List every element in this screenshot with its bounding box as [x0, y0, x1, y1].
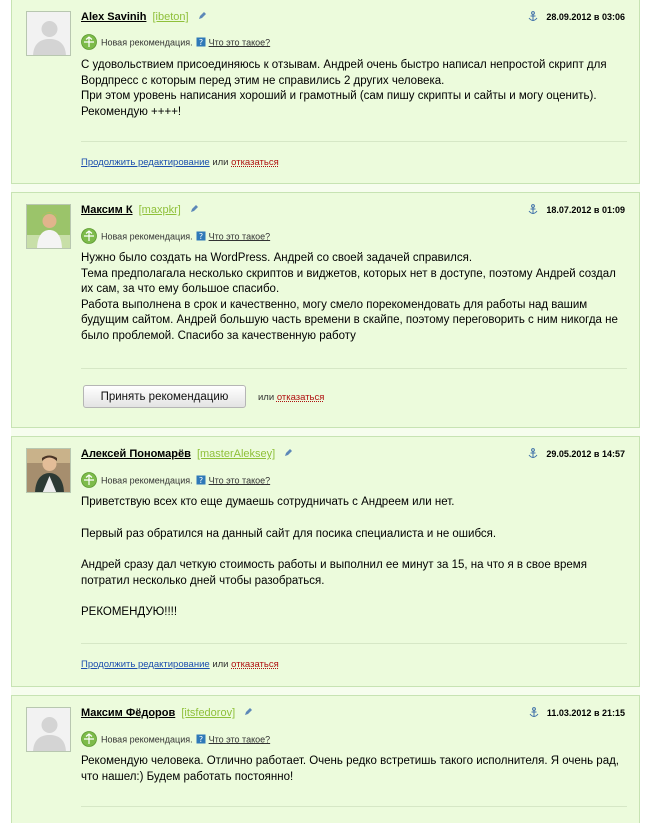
or-text: или — [212, 659, 229, 670]
or-text: или — [258, 392, 275, 403]
recommendation-label: Новая рекомендация.? Что это такое? — [81, 34, 270, 52]
review-actions: или отказаться — [258, 392, 324, 403]
review-date: 28.09.2012 в 03:06 — [528, 11, 625, 24]
rec-text: Новая рекомендация. — [101, 475, 193, 486]
review-paragraph: Нужно было создать на WordPress. Андрей … — [81, 252, 618, 342]
what-is-this-link[interactable]: Что это такое? — [209, 231, 271, 241]
continue-editing-link[interactable]: Продолжить редактирование — [81, 659, 210, 670]
pen-icon — [284, 448, 293, 460]
decline-link[interactable]: отказаться — [277, 392, 325, 403]
anchor-icon[interactable] — [528, 11, 538, 24]
rec-text: Новая рекомендация. — [101, 734, 193, 745]
user-login-link[interactable]: [masterAleksey] — [197, 448, 275, 460]
review-header: Максим К [maxpkr] — [81, 204, 199, 216]
anchor-icon[interactable] — [529, 707, 539, 720]
review-paragraph: РЕКОМЕНДУЮ!!!! — [81, 606, 178, 618]
review-paragraph: Рекомендую человека. Отлично работает. О… — [81, 755, 619, 783]
pen-icon — [190, 204, 199, 216]
continue-editing-link[interactable]: Продолжить редактирование — [81, 157, 210, 168]
question-icon[interactable]: ? — [196, 475, 206, 487]
review-card: Максим Фёдоров [itsfedorov] 11.03.2012 в… — [11, 696, 640, 823]
anchor-icon[interactable] — [528, 204, 538, 217]
separator — [11, 427, 640, 437]
user-name-link[interactable]: Максим Фёдоров — [81, 707, 175, 719]
what-is-this-link[interactable]: Что это такое? — [209, 37, 271, 47]
date-text: 11.03.2012 в 21:15 — [546, 707, 625, 718]
separator — [11, 686, 640, 696]
question-icon[interactable]: ? — [196, 734, 206, 746]
review-text: Приветствую всех кто еще думаешь сотрудн… — [81, 495, 631, 621]
avatar[interactable] — [26, 448, 71, 493]
what-is-this-link[interactable]: Что это такое? — [209, 734, 271, 744]
review-paragraph: Андрей сразу дал четкую стоимость работы… — [81, 559, 587, 587]
review-text: Нужно было создать на WordPress. Андрей … — [81, 251, 631, 344]
question-icon[interactable]: ? — [196, 231, 206, 243]
decline-link[interactable]: отказаться — [231, 157, 279, 168]
avatar[interactable] — [26, 11, 71, 56]
accept-recommendation-button[interactable]: Принять рекомендацию — [83, 385, 246, 408]
user-name-link[interactable]: Алексей Пономарёв — [81, 448, 191, 460]
recommendation-label: Новая рекомендация.? Что это такое? — [81, 228, 270, 246]
or-text: или — [212, 157, 229, 168]
review-card: Алексей Пономарёв [masterAleksey] 29.05.… — [11, 437, 640, 686]
svg-text:?: ? — [198, 232, 202, 241]
user-login-link[interactable]: [maxpkr] — [139, 204, 181, 216]
divider — [81, 643, 627, 644]
review-card: Alex Savinih [ibeton] 28.09.2012 в 03:06… — [11, 0, 640, 183]
review-header: Alex Savinih [ibeton] — [81, 11, 207, 23]
review-actions: Продолжить редактирование или отказаться — [81, 157, 279, 168]
decline-link[interactable]: отказаться — [231, 659, 279, 670]
what-is-this-link[interactable]: Что это такое? — [209, 475, 271, 485]
review-date: 11.03.2012 в 21:15 — [529, 707, 625, 720]
user-login-link[interactable]: [itsfedorov] — [181, 707, 235, 719]
pen-icon — [198, 11, 207, 23]
review-text: С удовольствием присоединяюсь к отзывам.… — [81, 58, 631, 120]
pen-icon — [244, 707, 253, 719]
review-paragraph: С удовольствием присоединяюсь к отзывам.… — [81, 59, 607, 118]
date-text: 29.05.2012 в 14:57 — [546, 448, 625, 459]
date-text: 18.07.2012 в 01:09 — [546, 204, 625, 215]
avatar[interactable] — [26, 707, 71, 752]
svg-text:?: ? — [198, 476, 202, 485]
recommendation-badge-icon — [81, 472, 97, 490]
divider — [81, 368, 627, 369]
review-actions: Продолжить редактирование или отказаться — [81, 659, 279, 670]
rec-text: Новая рекомендация. — [101, 231, 193, 242]
review-text: Рекомендую человека. Отлично работает. О… — [81, 754, 631, 785]
reviews-feed: Alex Savinih [ibeton] 28.09.2012 в 03:06… — [0, 0, 646, 823]
date-text: 28.09.2012 в 03:06 — [546, 11, 625, 22]
review-header: Алексей Пономарёв [masterAleksey] — [81, 448, 293, 460]
review-paragraph: Приветствую всех кто еще думаешь сотрудн… — [81, 496, 455, 508]
divider — [81, 141, 627, 142]
svg-text:?: ? — [198, 38, 202, 47]
question-icon[interactable]: ? — [196, 37, 206, 49]
user-login-link[interactable]: [ibeton] — [152, 11, 188, 23]
recommendation-label: Новая рекомендация.? Что это такое? — [81, 731, 270, 749]
rec-text: Новая рекомендация. — [101, 37, 193, 48]
svg-text:?: ? — [198, 735, 202, 744]
divider — [81, 806, 627, 807]
separator — [11, 183, 640, 193]
recommendation-badge-icon — [81, 731, 97, 749]
review-date: 18.07.2012 в 01:09 — [528, 204, 625, 217]
avatar[interactable] — [26, 204, 71, 249]
review-paragraph: Первый раз обратился на данный сайт для … — [81, 527, 497, 540]
review-date: 29.05.2012 в 14:57 — [528, 448, 625, 461]
recommendation-badge-icon — [81, 228, 97, 246]
user-name-link[interactable]: Alex Savinih — [81, 11, 146, 23]
recommendation-badge-icon — [81, 34, 97, 52]
anchor-icon[interactable] — [528, 448, 538, 461]
user-name-link[interactable]: Максим К — [81, 204, 133, 216]
recommendation-label: Новая рекомендация.? Что это такое? — [81, 472, 270, 490]
review-header: Максим Фёдоров [itsfedorov] — [81, 707, 253, 719]
review-card: Максим К [maxpkr] 18.07.2012 в 01:09 Нов… — [11, 193, 640, 427]
